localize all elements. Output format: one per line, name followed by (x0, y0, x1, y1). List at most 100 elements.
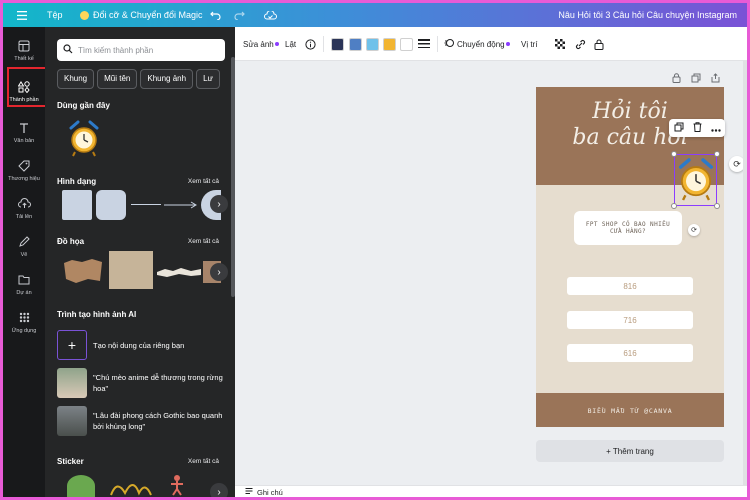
animate-button[interactable]: Chuyển động (444, 27, 510, 61)
rail-item-upload[interactable]: Tải lên (3, 189, 45, 227)
rail-item-label: Văn bản (13, 137, 35, 144)
link-icon[interactable] (575, 27, 586, 61)
sticker-title: Sticker (57, 457, 84, 466)
flip-button[interactable]: Lật (285, 27, 296, 61)
ai-item-label: Tạo nội dung của riêng bạn (93, 340, 185, 350)
resize-handle[interactable] (714, 151, 720, 157)
info-icon[interactable] (305, 27, 316, 61)
resize-handle[interactable] (671, 151, 677, 157)
shape-line[interactable] (131, 204, 161, 205)
cloud-check-icon[interactable] (264, 3, 277, 27)
answer-option[interactable]: 616 (567, 344, 693, 362)
recent-item-alarm-clock[interactable] (67, 119, 101, 159)
graphic-torn-paper-1[interactable] (62, 257, 104, 285)
highlight-annotation (7, 67, 47, 107)
draw-icon (17, 235, 31, 249)
shape-arrow[interactable] (164, 198, 198, 210)
color-swatch-blue[interactable] (349, 38, 362, 51)
more-options-icon[interactable] (710, 119, 721, 137)
bottom-bar: Ghi chú (235, 485, 747, 497)
resize-handle[interactable] (671, 203, 677, 209)
chevron-right-icon[interactable]: › (210, 195, 228, 213)
color-swatch-yellow[interactable] (383, 38, 396, 51)
chip-photo-frames[interactable]: Khung ảnh (140, 68, 194, 89)
graphics-see-all-link[interactable]: Xem tất cả (188, 238, 219, 245)
design-footer[interactable]: BIỂU MẪU TỪ @CANVA (536, 407, 724, 415)
chevron-right-icon[interactable]: › (210, 263, 228, 281)
ai-suggestion-cat[interactable]: "Chú mèo anime dễ thương trong rừng hoa" (57, 366, 227, 400)
canvas-area: Hỏi tôi ba câu hỏi FPT SHOP CÓ BAO NHIÊU… (235, 61, 747, 485)
app-window: Tệp Đổi cỡ & Chuyển đổi Magic Nâu Hỏi tô… (3, 3, 747, 497)
search-input[interactable]: Tìm kiếm thành phần (57, 39, 225, 61)
selection-box (674, 154, 717, 206)
share-page-icon[interactable] (711, 73, 721, 85)
magic-resize-label: Đổi cỡ & Chuyển đổi Magic (93, 10, 203, 20)
undo-icon[interactable] (210, 3, 221, 27)
graphics-title: Đồ họa (57, 237, 85, 246)
shape-rounded-square[interactable] (96, 190, 126, 220)
edit-image-button[interactable]: Sửa ảnh (243, 27, 279, 61)
rail-item-text[interactable]: Văn bản (3, 113, 45, 151)
rail-item-apps[interactable]: Ứng dụng (3, 303, 45, 341)
rail-item-label: Vẽ (20, 251, 28, 258)
magic-resize-button[interactable]: Đổi cỡ & Chuyển đổi Magic (80, 3, 202, 27)
animate-label: Chuyển động (457, 39, 505, 49)
ai-generator-title: Trình tạo hình ảnh AI (57, 310, 137, 319)
resize-handle[interactable] (714, 203, 720, 209)
ai-item-label: "Chú mèo anime dễ thương trong rừng hoa" (93, 373, 223, 393)
color-swatch-navy[interactable] (331, 38, 344, 51)
rail-item-design[interactable]: Thiết kế (3, 31, 45, 69)
chip-arrows[interactable]: Mũi tên (97, 68, 138, 89)
chip-frames[interactable]: Khung (57, 68, 95, 89)
position-button[interactable]: Vị trí (521, 27, 537, 61)
ai-create-own[interactable]: + Tạo nội dung của riêng bạn (57, 328, 227, 362)
lock-icon[interactable] (594, 27, 604, 61)
graphic-paper-texture[interactable] (109, 251, 153, 289)
design-page[interactable]: Hỏi tôi ba câu hỏi FPT SHOP CÓ BAO NHIÊU… (536, 87, 724, 427)
top-bar: Tệp Đổi cỡ & Chuyển đổi Magic Nâu Hỏi tô… (3, 3, 747, 27)
color-swatch-white[interactable] (400, 38, 413, 51)
graphic-torn-paper-strip[interactable] (157, 265, 201, 277)
duplicate-page-icon[interactable] (691, 73, 701, 85)
rail-item-label: Ứng dụng (11, 327, 37, 334)
trash-icon[interactable] (693, 119, 702, 137)
sticker-earth-day[interactable] (109, 475, 153, 497)
new-badge-dot (505, 42, 510, 46)
document-title[interactable]: Nâu Hỏi tôi 3 Câu hỏi Câu chuyện Instagr… (558, 3, 737, 27)
question-line-1: FPT SHOP CÓ BAO NHIÊU (585, 221, 671, 228)
answer-option[interactable]: 816 (567, 277, 693, 295)
color-swatch-light-blue[interactable] (366, 38, 379, 51)
shapes-see-all-link[interactable]: Xem tất cả (188, 178, 219, 185)
redo-icon[interactable] (234, 3, 245, 27)
border-style-icon[interactable] (418, 27, 430, 61)
shape-square[interactable] (62, 190, 92, 220)
question-box[interactable]: FPT SHOP CÓ BAO NHIÊU CỬA HÀNG? (574, 211, 682, 245)
add-page-button[interactable]: + Thêm trang (536, 440, 724, 462)
hamburger-icon[interactable] (17, 3, 27, 27)
file-menu[interactable]: Tệp (47, 3, 63, 27)
shapes-title: Hình dạng (57, 177, 97, 186)
canvas-scrollbar[interactable] (743, 61, 747, 485)
elements-panel: Tìm kiếm thành phần Khung Mũi tên Khung ản… (45, 27, 235, 497)
sticker-figure[interactable] (165, 473, 189, 497)
text-icon (17, 121, 31, 135)
rail-item-draw[interactable]: Vẽ (3, 227, 45, 265)
answer-option[interactable]: 716 (567, 311, 693, 329)
duplicate-icon[interactable] (674, 119, 684, 137)
ai-item-label: "Lâu đài phong cách Gothic bao quanh bởi… (93, 411, 223, 431)
rail-item-label: Dự án (16, 289, 32, 296)
chip-more[interactable]: Lư (196, 68, 220, 89)
rail-item-brand[interactable]: Thương hiệu (3, 151, 45, 189)
plus-icon: + (57, 330, 87, 360)
chevron-right-icon[interactable]: › (210, 483, 228, 497)
question-rotate-icon[interactable]: ⟳ (688, 224, 700, 236)
sticker-earth[interactable] (67, 475, 95, 497)
page-lock-icon[interactable] (672, 73, 681, 85)
rail-item-projects[interactable]: Dự án (3, 265, 45, 303)
transparency-icon[interactable] (555, 27, 566, 61)
notes-button[interactable]: Ghi chú (245, 487, 283, 497)
search-icon (63, 41, 73, 59)
search-placeholder: Tìm kiếm thành phần (78, 45, 154, 55)
sticker-see-all-link[interactable]: Xem tất cả (188, 458, 219, 465)
ai-suggestion-castle[interactable]: "Lâu đài phong cách Gothic bao quanh bởi… (57, 404, 227, 438)
